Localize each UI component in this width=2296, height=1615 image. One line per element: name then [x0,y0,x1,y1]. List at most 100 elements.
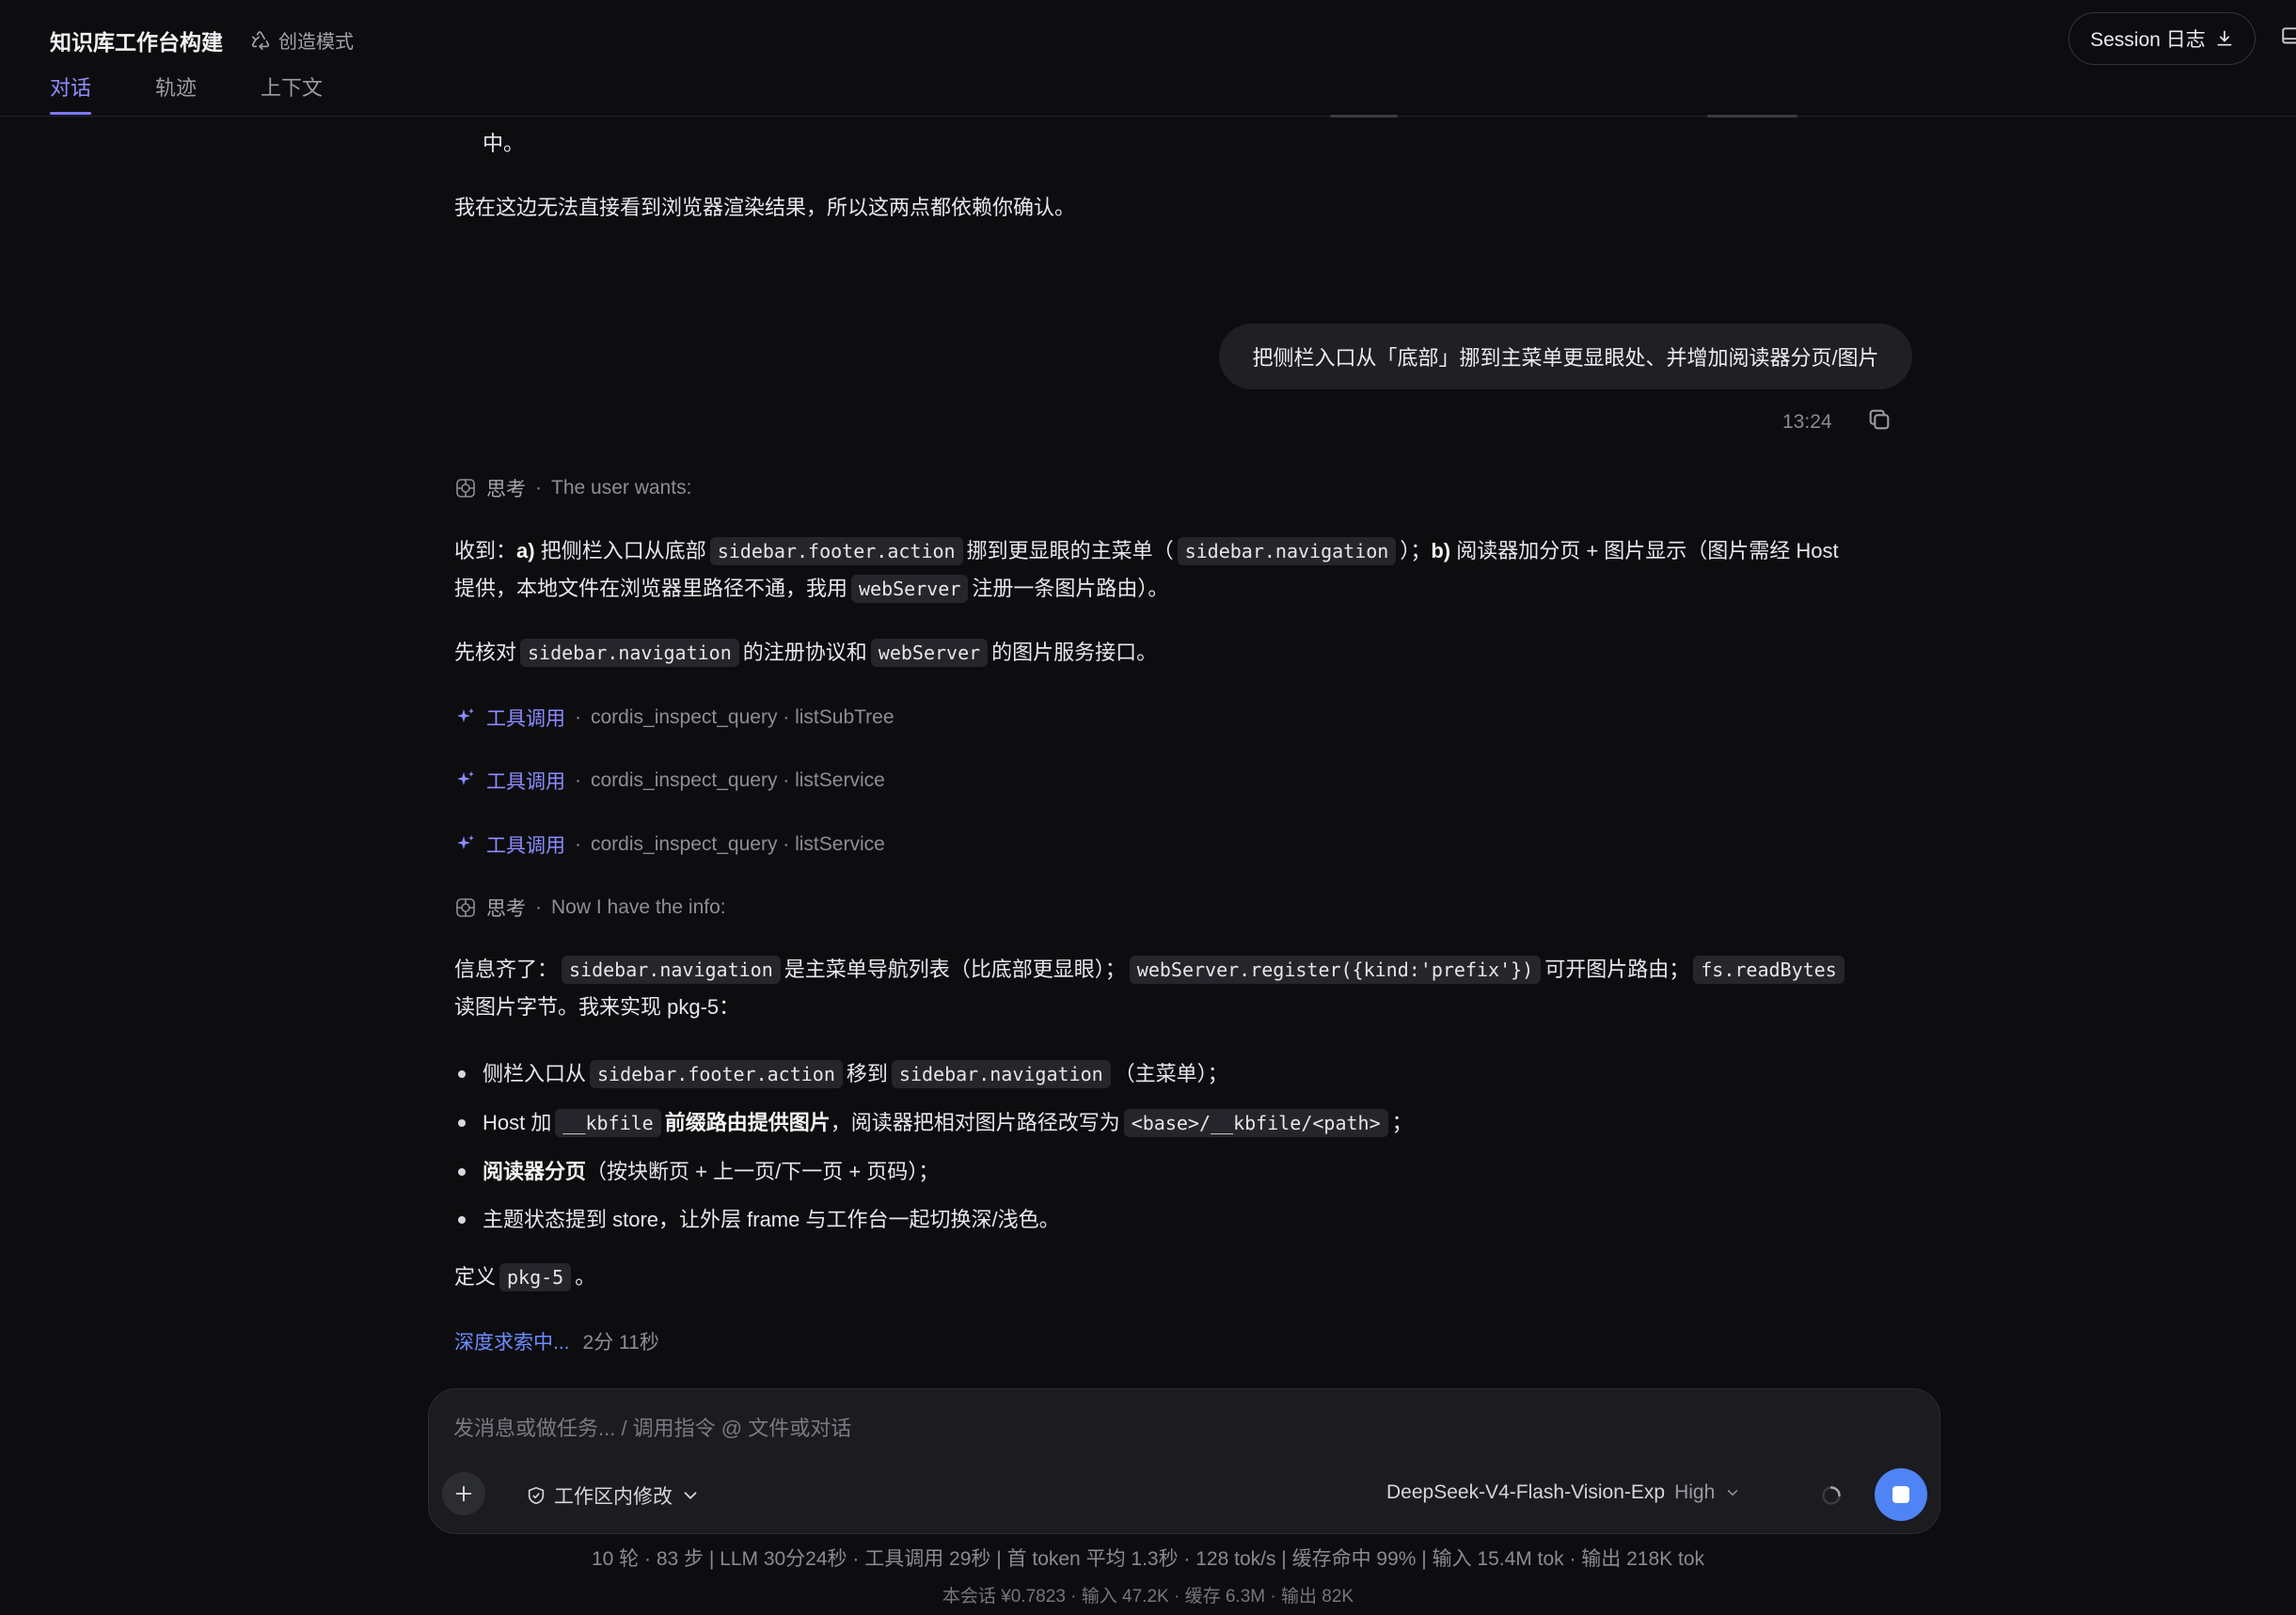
tab-trace[interactable]: 轨迹 [155,71,197,115]
tool-call-label: 工具调用 [486,771,565,793]
separator-dot: · [575,706,581,728]
model-selector[interactable]: DeepSeek-V4-Flash-Vision-Exp High [1386,1481,1741,1504]
download-icon [2217,30,2232,46]
previous-message-tail: 中。 [483,132,525,155]
reply-text: 先核对 [454,641,517,664]
list-text: （主菜单）； [1114,1062,1228,1085]
reply-text: 提供，本地文件在浏览器里路径不通，我用 [454,577,848,600]
assistant-reply-2: 先核对 sidebar.navigation 的注册协议和 webServer 的图片服… [454,634,1157,672]
tab-bar: 对话 轨迹 上下文 [50,71,387,115]
mode-indicator[interactable]: 创造模式 [250,26,354,54]
copy-icon [1869,409,1889,430]
separator-dot: · [535,477,542,499]
sparkle-icon [457,835,474,849]
tool-call-detail: cordis_inspect_query · listService [591,833,885,855]
reply-text: 。 [575,1265,596,1289]
sparkle-icon [457,708,474,722]
add-attachment-button[interactable] [442,1472,485,1515]
list-text: ； [1391,1111,1413,1134]
reply-text: 定义 [454,1265,497,1289]
reply-text: 读图片字节。我来实现 pkg-5： [454,995,740,1019]
message-input[interactable] [453,1410,1864,1448]
tab-conversation[interactable]: 对话 [50,71,92,115]
recycle-icon [251,30,270,50]
assistant-reply-1: 收到：a) 把侧栏入口从底部 sidebar.footer.action 挪到更显眼… [454,532,1912,608]
tool-call-row[interactable]: 工具调用 · cordis_inspect_query · listServic… [454,767,885,795]
thinking-row[interactable]: 思考 · The user wants: [454,474,691,502]
list-bold: 前缀路由提供图片 [664,1111,831,1134]
message-timestamp: 13:24 [1782,410,1832,433]
separator-dot: · [575,769,581,791]
shield-icon [528,1486,545,1505]
message-meta: 13:24 [1782,406,1892,437]
top-header: 知识库工作台构建 创造模式 对话 轨迹 上下文 Session 日志 [0,0,2296,117]
user-message-text: 把侧栏入口从「底部」挪到主菜单更显眼处、并增加阅读器分页/图片 [1252,346,1879,370]
session-stats: 10 轮 · 83 步 | LLM 30分24秒 · 工具调用 29秒 | 首 … [591,1548,1705,1570]
inline-code: pkg-5 [499,1263,572,1291]
reply-text: ）； [1400,539,1432,562]
tool-call-row[interactable]: 工具调用 · cordis_inspect_query · listSubTre… [454,704,895,732]
tool-call-label: 工具调用 [486,835,565,857]
list-item: 侧栏入口从 sidebar.footer.action 移到 sidebar.navi… [454,1050,1413,1099]
scroll-edge-mark [1707,115,1797,118]
list-text: 侧栏入口从 [483,1062,587,1085]
user-message-bubble: 把侧栏入口从「底部」挪到主菜单更显眼处、并增加阅读器分页/图片 [1219,324,1912,389]
inline-code: __kbfile [555,1109,661,1137]
reply-text: 可开图片路由； [1544,958,1690,981]
message-composer: 工作区内修改 DeepSeek-V4-Flash-Vision-Exp High [428,1388,1940,1534]
list-text: （按块断页 + 上一页/下一页 + 页码）； [586,1160,940,1183]
brain-icon [456,479,475,498]
reply-text: 是主菜单导航列表（比底部更显眼）； [784,958,1126,981]
reasoning-level: High [1674,1481,1716,1503]
session-log-button[interactable]: Session 日志 [2068,12,2256,65]
tool-call-row[interactable]: 工具调用 · cordis_inspect_query · listServic… [454,831,885,859]
copy-button[interactable] [1866,406,1892,437]
plan-list: 侧栏入口从 sidebar.footer.action 移到 sidebar.navi… [454,1050,1413,1243]
status-label: 深度求索中... [454,1332,570,1354]
thinking-summary: The user wants: [551,477,692,499]
tool-call-detail: cordis_inspect_query · listService [591,769,885,791]
reply-text: 把侧栏入口从底部 [534,539,706,562]
inline-code: webServer.register({kind:'prefix'}) [1129,956,1542,984]
reply-text: 信息齐了： [454,958,559,981]
plus-icon [455,1485,472,1502]
list-bold: 阅读器分页 [483,1160,587,1183]
reply-text: 的注册协议和 [742,641,867,664]
session-log-label: Session 日志 [2090,29,2206,51]
inline-code: fs.readBytes [1693,956,1845,984]
scope-label: 工作区内修改 [554,1486,673,1508]
panel-icon[interactable] [2280,24,2296,49]
reply-text: 收到： [454,539,517,562]
reply-text: 挪到更显眼的主菜单（ [966,539,1174,562]
tool-call-label: 工具调用 [486,708,565,730]
thinking-row[interactable]: 思考 · Now I have the info: [454,894,726,922]
inline-code: sidebar.navigation [891,1060,1111,1088]
list-item: 阅读器分页（按块断页 + 上一页/下一页 + 页码）； [454,1148,1413,1195]
list-text: 移到 [846,1062,888,1085]
reply-text: 注册一条图片路由）。 [972,577,1169,600]
define-line: 定义 pkg-5。 [454,1259,595,1296]
app-title: 知识库工作台构建 [50,30,223,55]
list-item: 主题状态提到 store，让外层 frame 与工作台一起切换深/浅色。 [454,1195,1413,1243]
brain-icon [456,898,475,917]
reply-text: 的图片服务接口。 [991,641,1158,664]
tab-context[interactable]: 上下文 [261,71,323,115]
stop-generation-button[interactable] [1875,1468,1927,1521]
inline-code: sidebar.navigation [1177,537,1397,565]
spinner-icon [1822,1486,1841,1505]
tool-call-detail: cordis_inspect_query · listSubTree [591,706,895,728]
thinking-label: 思考 [486,898,526,920]
model-name: DeepSeek-V4-Flash-Vision-Exp [1386,1481,1666,1503]
reply-text: 阅读器加分页 + 图片显示（图片需经 Host [1450,539,1839,562]
scroll-edge-mark [1330,115,1398,118]
permission-scope-dropdown[interactable]: 工作区内修改 [526,1481,701,1510]
inline-code: sidebar.footer.action [590,1060,843,1088]
separator-dot: · [535,896,542,918]
inline-code: sidebar.navigation [562,956,781,984]
chevron-down-icon [1728,1490,1738,1496]
session-cost: 本会话 ¥0.7823 · 输入 47.2K · 缓存 6.3M · 输出 82… [942,1587,1354,1607]
inline-code: sidebar.footer.action [709,537,963,565]
mode-label: 创造模式 [278,32,354,53]
inline-code: webServer [870,639,989,667]
list-text: 主题状态提到 store，让外层 frame 与工作台一起切换深/浅色。 [483,1208,1060,1231]
